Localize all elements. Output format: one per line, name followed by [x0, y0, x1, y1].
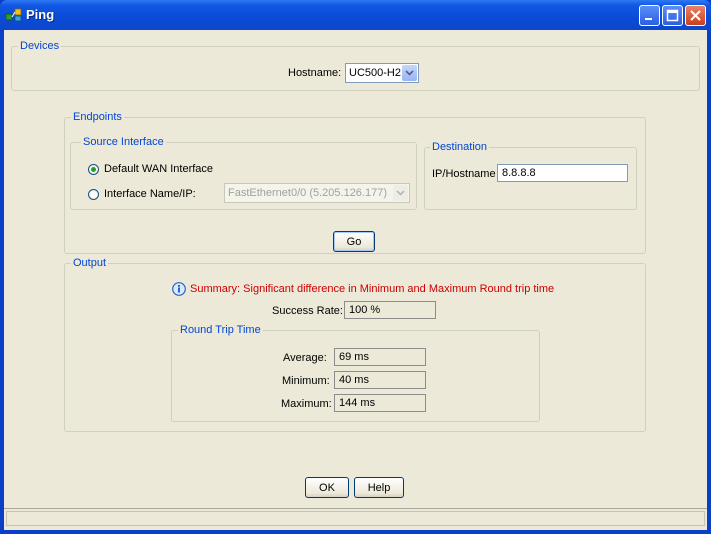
info-icon [172, 282, 186, 296]
maximize-button[interactable] [662, 5, 683, 26]
title-bar[interactable]: Ping [0, 0, 711, 30]
ip-hostname-input[interactable]: 8.8.8.8 [497, 164, 628, 182]
maximum-field: 144 ms [334, 394, 426, 412]
maximum-label: Maximum: [281, 398, 332, 410]
chevron-down-icon[interactable] [393, 185, 408, 201]
interface-value: FastEthernet0/0 (5.205.126.177) [228, 187, 387, 199]
success-rate-value: 100 % [349, 304, 381, 316]
minimize-button[interactable] [639, 5, 660, 26]
source-interface-group: Source Interface Default WAN Interface I… [70, 136, 417, 210]
chevron-down-icon[interactable] [402, 65, 417, 81]
radio-interface-name[interactable] [88, 189, 99, 200]
status-bar-panel [6, 511, 705, 526]
hostname-select[interactable]: UC500-H2 [345, 63, 419, 83]
close-button[interactable] [685, 5, 706, 26]
minimum-value: 40 ms [339, 374, 369, 386]
destination-legend: Destination [430, 141, 490, 154]
success-rate-label: Success Rate: [272, 305, 343, 317]
status-bar [4, 508, 707, 528]
window-title: Ping [26, 7, 55, 22]
ip-hostname-label: IP/Hostname [432, 168, 496, 180]
devices-group: Devices Hostname: UC500-H2 [11, 40, 700, 91]
success-rate-field: 100 % [344, 301, 436, 319]
output-legend: Output [71, 257, 109, 270]
ping-window: Ping Devices Hostname: UC500-H2 Endpoint… [0, 0, 711, 534]
hostname-label: Hostname: [288, 67, 342, 79]
network-ping-icon [5, 8, 22, 22]
average-field: 69 ms [334, 348, 426, 366]
maximum-value: 144 ms [339, 397, 376, 409]
minimum-field: 40 ms [334, 371, 426, 389]
radio-default-wan[interactable] [88, 164, 99, 175]
default-wan-label[interactable]: Default WAN Interface [104, 163, 213, 176]
endpoints-legend: Endpoints [71, 111, 124, 124]
destination-group: Destination IP/Hostname 8.8.8.8 [424, 141, 637, 210]
hostname-value: UC500-H2 [349, 67, 401, 79]
minimum-label: Minimum: [282, 375, 330, 387]
help-button[interactable]: Help [354, 477, 404, 498]
source-interface-legend: Source Interface [81, 136, 166, 149]
go-button[interactable]: Go [333, 231, 375, 252]
interface-name-label[interactable]: Interface Name/IP: [104, 188, 196, 201]
devices-legend: Devices [18, 40, 62, 53]
average-value: 69 ms [339, 351, 369, 363]
ip-hostname-value: 8.8.8.8 [502, 167, 536, 179]
round-trip-legend: Round Trip Time [178, 324, 263, 337]
ok-button[interactable]: OK [305, 477, 349, 498]
radio-selected-dot [91, 167, 96, 172]
average-label: Average: [283, 352, 327, 364]
interface-select[interactable]: FastEthernet0/0 (5.205.126.177) [224, 183, 410, 203]
summary-text: Summary: Significant difference in Minim… [190, 283, 555, 295]
dialog-client-area: Devices Hostname: UC500-H2 Endpoints Sou… [4, 30, 707, 530]
output-group: Output Summary: Significant difference i… [64, 257, 646, 432]
round-trip-time-group: Round Trip Time Average: 69 ms Minimum: … [171, 324, 540, 422]
